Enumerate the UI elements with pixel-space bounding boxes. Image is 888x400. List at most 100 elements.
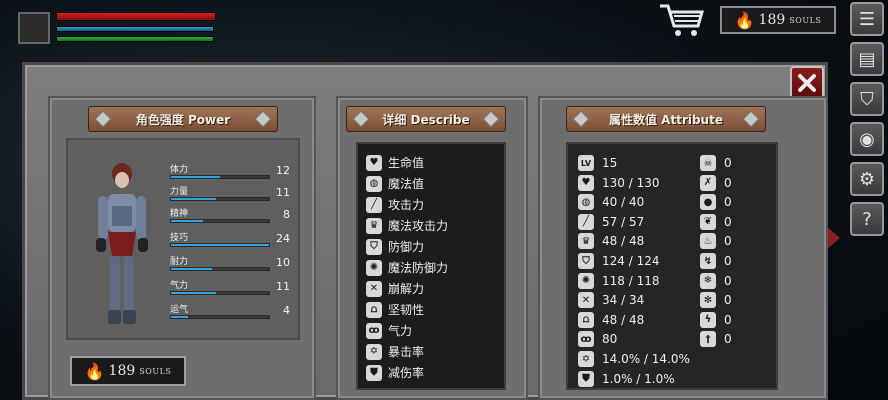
- attribute-value: 40 / 40: [602, 195, 645, 210]
- menu-settings-button[interactable]: ⚙: [850, 162, 884, 196]
- mana-bar: [56, 26, 214, 32]
- souls-unit: SOULS: [789, 15, 822, 25]
- resistance-row: ❦ 0: [700, 212, 760, 232]
- stat-name: 运气: [170, 305, 189, 315]
- describe-item[interactable]: ✕ 崩解力: [366, 278, 424, 299]
- drop-icon: ●: [700, 194, 716, 211]
- describe-item[interactable]: ⛊ 减伤率: [366, 362, 424, 383]
- menu-help-button[interactable]: ?: [850, 202, 884, 236]
- cart-icon: [660, 4, 704, 36]
- stat-bar: [170, 197, 270, 201]
- attribute-value: 48 / 48: [602, 234, 645, 249]
- resistance-row: ✻ 0: [700, 290, 760, 310]
- describe-item[interactable]: ⛉ 防御力: [366, 236, 424, 257]
- stat-value: 11: [276, 186, 290, 199]
- health-bar: [56, 12, 216, 21]
- souls-value: 189: [108, 363, 136, 379]
- attribute-row: ✺ 118 / 118: [578, 271, 698, 291]
- souls-counter: 🔥 189 SOULS: [720, 6, 836, 34]
- describe-label: 防御力: [388, 240, 425, 254]
- describe-item[interactable]: ♛ 魔法攻击力: [366, 215, 448, 236]
- crown-icon: ♛: [366, 217, 382, 234]
- stat-bar: [170, 267, 270, 271]
- resistance-value: 0: [724, 175, 732, 190]
- rivet-icon: [572, 110, 590, 128]
- attribute-row: ◍ 40 / 40: [578, 192, 698, 212]
- stat-name: 气力: [170, 281, 189, 291]
- attribute-value: 15: [602, 156, 618, 170]
- menu-shield-button[interactable]: ◉: [850, 122, 884, 156]
- resistance-row: † 0: [700, 329, 760, 349]
- describe-item[interactable]: ♥ 生命值: [366, 152, 424, 173]
- describe-item[interactable]: ╱ 攻击力: [366, 194, 424, 215]
- attribute-value: 57 / 57: [602, 214, 645, 229]
- describe-label: 暴击率: [388, 345, 425, 359]
- stat-value: 4: [283, 304, 290, 317]
- stat-bar: [170, 219, 270, 223]
- describe-item[interactable]: ◍ 魔法值: [366, 173, 424, 194]
- heart-icon: ♥: [578, 174, 594, 191]
- menu-list-button[interactable]: ☰: [850, 2, 884, 36]
- describe-label: 崩解力: [388, 282, 425, 296]
- stat-value: 11: [276, 280, 290, 293]
- shop-button[interactable]: [658, 2, 706, 40]
- describe-item[interactable]: ⩍ 坚韧性: [366, 299, 424, 320]
- describe-item[interactable]: ꝏ 气力: [366, 320, 412, 341]
- player-portrait[interactable]: [18, 12, 50, 44]
- rivet-icon: [352, 110, 370, 128]
- attribute-row: ✡ 14.0% / 14.0%: [578, 349, 698, 369]
- sword-icon: ╱: [366, 196, 382, 213]
- rivet-icon: [742, 110, 760, 128]
- attribute-value: 130 / 130: [602, 175, 660, 190]
- resistance-value: 0: [724, 254, 732, 268]
- shield-icon: ⛉: [366, 238, 382, 255]
- armor-icon: ⛊: [578, 370, 594, 387]
- lungs-icon: ꝏ: [366, 322, 382, 339]
- lightning-icon: ↯: [700, 253, 716, 269]
- describe-label: 气力: [388, 324, 413, 338]
- stat-bar-fill: [171, 292, 217, 294]
- stat-row: 体力 12: [170, 162, 290, 182]
- attribute-row: ✕ 34 / 34: [578, 290, 698, 310]
- resistance-row: ϟ0: [700, 310, 760, 330]
- burst-icon: ✡: [578, 351, 594, 367]
- attribute-row: LV 15: [578, 153, 698, 173]
- attribute-row: ♥ 130 / 130: [578, 173, 698, 193]
- fire-icon: ♨: [700, 233, 716, 250]
- menu-armor-button[interactable]: ⛉: [850, 82, 884, 116]
- souls-unit: SOULS: [139, 366, 172, 376]
- flame-icon: 🔥: [84, 361, 105, 381]
- describe-label: 魔法值: [388, 177, 425, 191]
- shield-icon: ◉: [859, 128, 875, 150]
- resistance-row: ☠ 0: [700, 153, 760, 173]
- describe-item[interactable]: ✺ 魔法防御力: [366, 257, 448, 278]
- attribute-row: ⩍ 48 / 48: [578, 310, 698, 330]
- stat-name: 耐力: [170, 257, 189, 267]
- expand-arrow-icon[interactable]: [826, 226, 840, 250]
- menu-scroll-button[interactable]: ▤: [850, 42, 884, 76]
- stat-name: 技巧: [170, 233, 189, 243]
- attribute-value: 14.0% / 14.0%: [602, 352, 690, 366]
- resistance-row: ❄ 0: [700, 271, 760, 291]
- stat-bar-fill: [171, 268, 213, 270]
- stat-name: 力量: [170, 187, 189, 197]
- describe-label: 魔法攻击力: [388, 219, 449, 233]
- describe-item[interactable]: ✡ 暴击率: [366, 341, 424, 362]
- broken-sword-icon: ✕: [366, 280, 382, 297]
- stat-name: 精神: [170, 209, 189, 219]
- close-button[interactable]: [790, 66, 824, 100]
- attribute-value: 1.0% / 1.0%: [602, 371, 675, 386]
- describe-title-text: 详细 Describe: [382, 112, 470, 127]
- character-model[interactable]: [86, 160, 158, 330]
- snowflake-icon: ✻: [700, 292, 716, 309]
- attribute-title: 属性数值 Attribute: [566, 106, 766, 132]
- stat-bar-fill: [171, 220, 204, 222]
- magic-shield-icon: ✺: [578, 272, 594, 289]
- stat-value: 24: [276, 232, 290, 245]
- helmet-icon: ⩍: [578, 311, 594, 328]
- character-figure-icon: [96, 163, 148, 324]
- heart-icon: ♥: [366, 154, 382, 171]
- stat-bar: [170, 291, 270, 295]
- bolt-icon: ϟ: [700, 311, 716, 328]
- burst-icon: ✡: [366, 343, 382, 360]
